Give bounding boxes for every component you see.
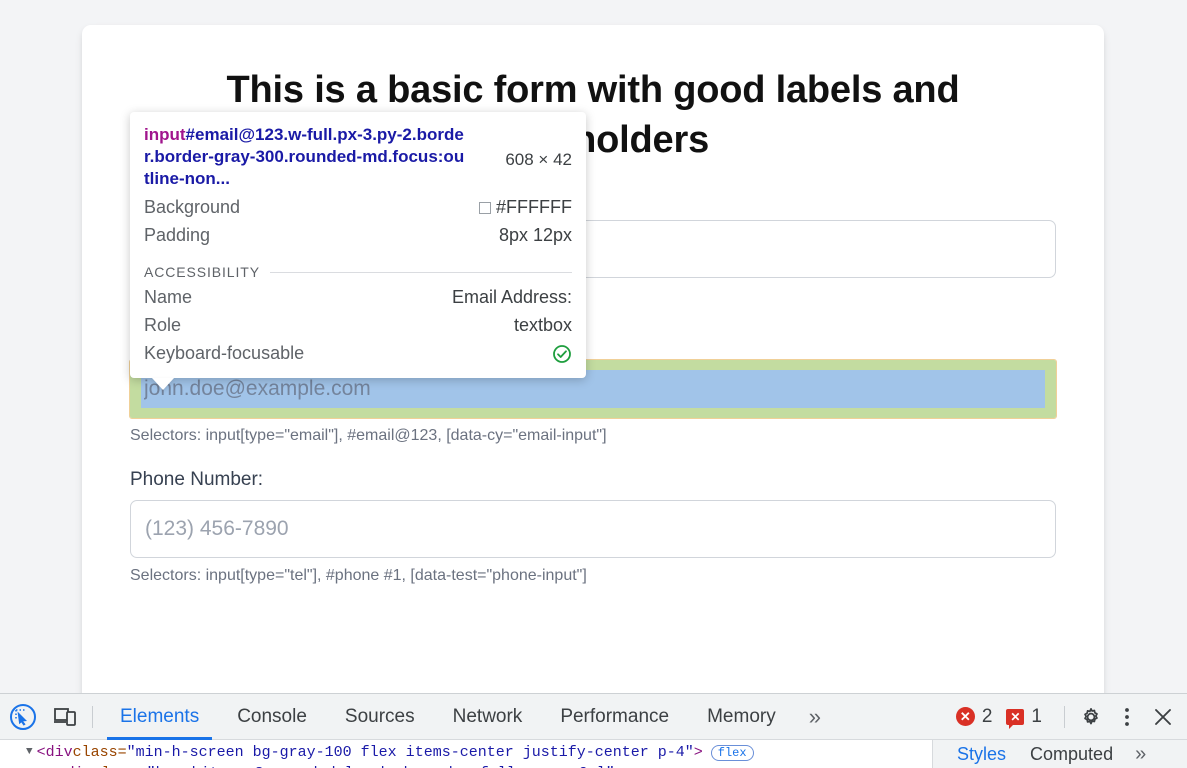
toolbar-divider bbox=[92, 705, 93, 728]
dom-tag-close: > bbox=[615, 763, 624, 768]
tab-computed[interactable]: Computed bbox=[1020, 744, 1123, 765]
styles-more-chevron-icon[interactable]: » bbox=[1127, 743, 1154, 766]
check-circle-icon bbox=[553, 344, 571, 363]
tooltip-dimensions: 608 × 42 bbox=[505, 150, 572, 169]
phone-input[interactable] bbox=[130, 500, 1056, 558]
dom-tree-pane[interactable]: ▼ <div class= "min-h-screen bg-gray-100 fl… bbox=[0, 740, 932, 768]
tab-console[interactable]: Console bbox=[218, 694, 326, 740]
styles-pane: Styles Computed » bbox=[932, 740, 1187, 768]
more-options-button[interactable] bbox=[1109, 699, 1145, 735]
selectors-note-email: Selectors: input[type="email"], #email@1… bbox=[130, 427, 607, 444]
tooltip-accessibility-section-header: Accessibility bbox=[144, 264, 572, 280]
tooltip-header: input#email@123.w-full.px-3.py-2.border.… bbox=[144, 124, 572, 190]
warning-count-button[interactable]: ✕ 1 bbox=[1006, 705, 1042, 729]
field-group-phone: Phone Number: Selectors: input[type="tel… bbox=[130, 469, 1056, 585]
error-icon: ✕ bbox=[955, 707, 975, 726]
tooltip-key-padding: Padding bbox=[144, 225, 211, 245]
expand-arrow-icon[interactable]: ▼ bbox=[26, 742, 33, 763]
settings-button[interactable] bbox=[1073, 699, 1109, 735]
warning-count: 1 bbox=[1031, 705, 1042, 727]
browser-viewport: This is a basic form with good labels an… bbox=[0, 0, 1187, 693]
devtools-toolbar: Elements Console Sources Network Perform… bbox=[0, 694, 1187, 740]
tab-network[interactable]: Network bbox=[434, 694, 542, 740]
tooltip-value-role: textbox bbox=[513, 315, 572, 335]
expand-arrow-icon[interactable]: ▼ bbox=[46, 763, 53, 768]
warning-message-icon: ✕ bbox=[1006, 708, 1025, 729]
tooltip-background-hex: #FFFFFF bbox=[496, 197, 572, 217]
tooltip-row-padding: Padding 8px 12px bbox=[144, 225, 572, 246]
tooltip-row-a11y-role: Role textbox bbox=[144, 315, 572, 336]
tooltip-row-a11y-keyboard-focusable: Keyboard-focusable bbox=[144, 343, 572, 364]
tooltip-element-selector: input#email@123.w-full.px-3.py-2.border.… bbox=[144, 124, 466, 190]
inspect-element-icon bbox=[10, 703, 36, 730]
more-tabs-chevron-icon[interactable]: » bbox=[795, 694, 835, 740]
tooltip-selector-rest: #email@123.w-full.px-3.py-2.border.borde… bbox=[144, 125, 465, 188]
devtools-toolbar-right: ✕ 2 ✕ 1 bbox=[955, 694, 1187, 740]
selectors-note-phone: Selectors: input[type="tel"], #phone #1,… bbox=[130, 567, 587, 584]
more-options-icon bbox=[1125, 707, 1129, 726]
tab-memory[interactable]: Memory bbox=[688, 694, 795, 740]
dom-tag-open: <div bbox=[36, 744, 73, 761]
tooltip-key-background: Background bbox=[144, 197, 241, 217]
close-icon bbox=[1155, 708, 1171, 725]
tooltip-tag-name: input bbox=[144, 125, 186, 144]
dom-tree-row[interactable]: ▼ <div class="bg-white p-8 rounded-lg sha… bbox=[26, 763, 932, 768]
error-count-button[interactable]: ✕ 2 bbox=[955, 705, 993, 728]
divider bbox=[269, 271, 572, 273]
dom-tree-row[interactable]: ▼ <div class= "min-h-screen bg-gray-100 fl… bbox=[26, 742, 932, 763]
tooltip-section-label: Accessibility bbox=[144, 264, 260, 280]
devtools-tab-bar: Elements Console Sources Network Perform… bbox=[101, 694, 835, 740]
tooltip-value-name: Email Address: bbox=[451, 287, 572, 307]
element-inspect-tooltip: input#email@123.w-full.px-3.py-2.border.… bbox=[130, 112, 586, 378]
flex-badge[interactable]: flex bbox=[710, 744, 754, 761]
tooltip-value-background: #FFFFFF bbox=[479, 197, 572, 218]
tab-sources[interactable]: Sources bbox=[326, 694, 434, 740]
dom-attr-value: "min-h-screen bg-gray-100 flex items-cen… bbox=[126, 744, 694, 761]
field-label-phone: Phone Number: bbox=[130, 469, 264, 490]
tab-elements[interactable]: Elements bbox=[101, 694, 218, 740]
device-toolbar-icon bbox=[54, 707, 76, 726]
tooltip-value-keyboard-focusable bbox=[552, 344, 572, 364]
dom-tag-close: > bbox=[693, 744, 703, 761]
devtools-panel: Elements Console Sources Network Perform… bbox=[0, 693, 1187, 768]
tooltip-key-keyboard-focusable: Keyboard-focusable bbox=[144, 343, 305, 363]
dom-attr-value: "bg-white p-8 rounded-lg shadow-md w-ful… bbox=[147, 763, 615, 768]
dom-attr-name: class= bbox=[93, 763, 147, 768]
devtools-body: ▼ <div class= "min-h-screen bg-gray-100 fl… bbox=[0, 740, 1187, 768]
tooltip-value-padding: 8px 12px bbox=[498, 225, 572, 245]
dom-tag-open: <div bbox=[57, 763, 93, 768]
color-swatch-icon bbox=[479, 201, 492, 214]
settings-gear-icon bbox=[1084, 707, 1098, 724]
tooltip-key-name: Name bbox=[144, 287, 193, 307]
tab-performance[interactable]: Performance bbox=[541, 694, 688, 740]
tooltip-row-a11y-name: Name Email Address: bbox=[144, 287, 572, 308]
error-count: 2 bbox=[981, 705, 993, 727]
inspect-element-button[interactable] bbox=[4, 698, 42, 736]
close-devtools-button[interactable] bbox=[1145, 699, 1181, 735]
tooltip-row-background: Background #FFFFFF bbox=[144, 197, 572, 218]
tooltip-key-role: Role bbox=[144, 315, 182, 335]
toolbar-divider-right bbox=[1064, 705, 1065, 728]
tab-styles[interactable]: Styles bbox=[947, 744, 1016, 765]
dom-attr-name: class= bbox=[72, 744, 127, 761]
device-toolbar-button[interactable] bbox=[46, 698, 84, 736]
